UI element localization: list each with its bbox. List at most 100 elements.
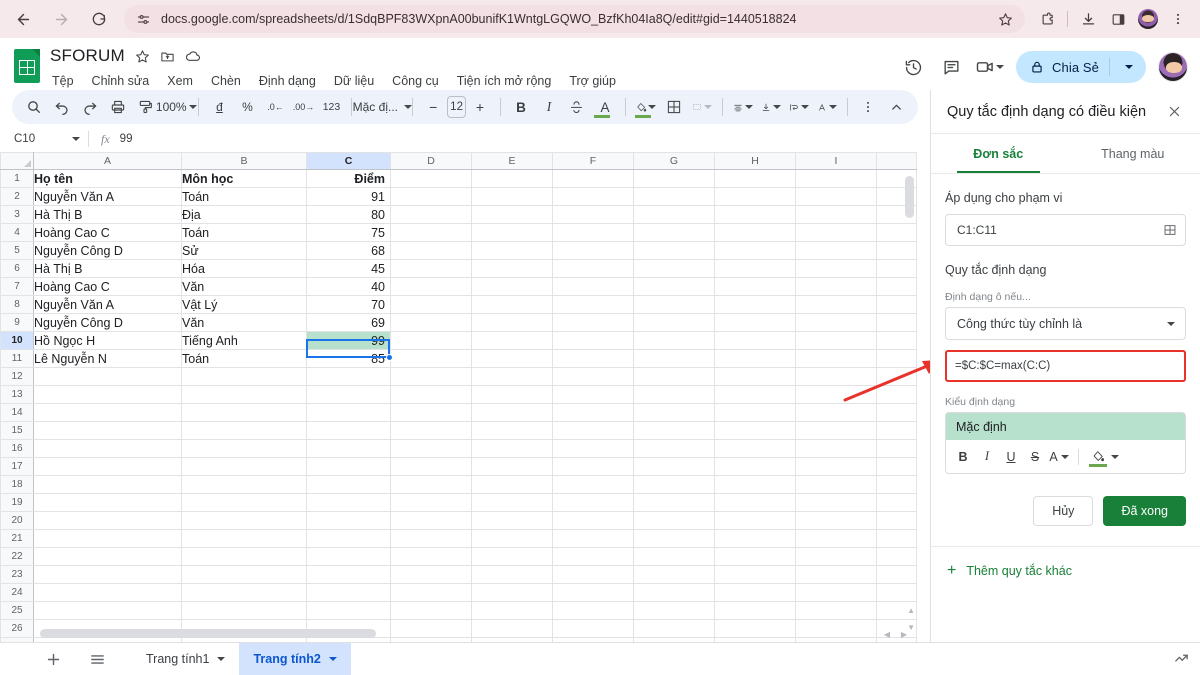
- cell-A1[interactable]: Họ tên: [33, 169, 182, 188]
- cell-A7[interactable]: Hoàng Cao C: [33, 277, 182, 296]
- menu-item-format[interactable]: Định dạng: [257, 72, 318, 90]
- cell-G12[interactable]: [633, 367, 715, 386]
- cell-E13[interactable]: [471, 385, 553, 404]
- cell-B1[interactable]: Môn học: [181, 169, 307, 188]
- row-header-12[interactable]: 12: [0, 367, 34, 386]
- menu-item-view[interactable]: Xem: [165, 72, 195, 90]
- vertical-scrollbar[interactable]: [905, 170, 914, 642]
- print-icon[interactable]: [104, 93, 132, 121]
- cell-B12[interactable]: [181, 367, 307, 386]
- cell-D17[interactable]: [390, 457, 472, 476]
- column-header-a[interactable]: A: [33, 152, 182, 170]
- scroll-down-arrow-icon[interactable]: ▼: [907, 624, 915, 632]
- cell-F9[interactable]: [552, 313, 634, 332]
- cell-H7[interactable]: [714, 277, 796, 296]
- document-title[interactable]: SFORUM: [50, 46, 125, 66]
- cell-I4[interactable]: [795, 223, 877, 242]
- cell-I23[interactable]: [795, 565, 877, 584]
- cell-G11[interactable]: [633, 349, 715, 368]
- cell-E5[interactable]: [471, 241, 553, 260]
- horizontal-scrollbar-thumb[interactable]: [40, 629, 376, 638]
- cell-D25[interactable]: [390, 601, 472, 620]
- sheet-tab-trang-tinh2[interactable]: Trang tính2: [239, 642, 351, 675]
- cell-F6[interactable]: [552, 259, 634, 278]
- cancel-button[interactable]: Hủy: [1033, 496, 1094, 526]
- cell-D12[interactable]: [390, 367, 472, 386]
- cell-D20[interactable]: [390, 511, 472, 530]
- cell-C9[interactable]: 69: [306, 313, 391, 332]
- row-header-23[interactable]: 23: [0, 565, 34, 584]
- cell-H24[interactable]: [714, 583, 796, 602]
- share-chevron-down-icon[interactable]: [1118, 65, 1142, 69]
- cell-G1[interactable]: [633, 169, 715, 188]
- cell-C4[interactable]: 75: [306, 223, 391, 242]
- cell-I19[interactable]: [795, 493, 877, 512]
- cell-H9[interactable]: [714, 313, 796, 332]
- cell-F10[interactable]: [552, 331, 634, 350]
- cell-A18[interactable]: [33, 475, 182, 494]
- cell-D26[interactable]: [390, 619, 472, 638]
- cell-A2[interactable]: Nguyễn Văn A: [33, 187, 182, 206]
- grid-select-icon[interactable]: [1163, 223, 1177, 237]
- font-size-input[interactable]: 12: [447, 96, 466, 118]
- cell-G19[interactable]: [633, 493, 715, 512]
- increase-font-size-button[interactable]: +: [466, 93, 494, 121]
- cell-H15[interactable]: [714, 421, 796, 440]
- scroll-up-arrow-icon[interactable]: ▲: [907, 607, 915, 615]
- cell-A21[interactable]: [33, 529, 182, 548]
- cell-G4[interactable]: [633, 223, 715, 242]
- row-header-20[interactable]: 20: [0, 511, 34, 530]
- row-header-11[interactable]: 11: [0, 349, 34, 368]
- cell-C19[interactable]: [306, 493, 391, 512]
- row-header-26[interactable]: 26: [0, 619, 34, 638]
- cell-B20[interactable]: [181, 511, 307, 530]
- cell-I16[interactable]: [795, 439, 877, 458]
- cell-I20[interactable]: [795, 511, 877, 530]
- cell-A8[interactable]: Nguyễn Văn A: [33, 295, 182, 314]
- borders-icon[interactable]: [660, 93, 688, 121]
- version-history-icon[interactable]: [896, 50, 930, 84]
- cell-F3[interactable]: [552, 205, 634, 224]
- row-header-13[interactable]: 13: [0, 385, 34, 404]
- cell-C20[interactable]: [306, 511, 391, 530]
- cell-F20[interactable]: [552, 511, 634, 530]
- cell-C18[interactable]: [306, 475, 391, 494]
- cell-C25[interactable]: [306, 601, 391, 620]
- cell-C6[interactable]: 45: [306, 259, 391, 278]
- cell-E9[interactable]: [471, 313, 553, 332]
- cell-G16[interactable]: [633, 439, 715, 458]
- cell-B23[interactable]: [181, 565, 307, 584]
- cell-E3[interactable]: [471, 205, 553, 224]
- cell-G25[interactable]: [633, 601, 715, 620]
- cloud-saved-icon[interactable]: [185, 48, 201, 64]
- cell-C23[interactable]: [306, 565, 391, 584]
- cell-H12[interactable]: [714, 367, 796, 386]
- row-header-14[interactable]: 14: [0, 403, 34, 422]
- decrease-font-size-button[interactable]: −: [419, 93, 447, 121]
- cell-F16[interactable]: [552, 439, 634, 458]
- cell-D23[interactable]: [390, 565, 472, 584]
- cell-D5[interactable]: [390, 241, 472, 260]
- cell-H17[interactable]: [714, 457, 796, 476]
- cell-E6[interactable]: [471, 259, 553, 278]
- cell-H6[interactable]: [714, 259, 796, 278]
- cell-G21[interactable]: [633, 529, 715, 548]
- cell-E21[interactable]: [471, 529, 553, 548]
- style-italic-button[interactable]: I: [976, 445, 998, 469]
- cell-C12[interactable]: [306, 367, 391, 386]
- cell-F8[interactable]: [552, 295, 634, 314]
- cell-D2[interactable]: [390, 187, 472, 206]
- cell-B4[interactable]: Toán: [181, 223, 307, 242]
- fill-handle[interactable]: [386, 354, 393, 361]
- cell-F5[interactable]: [552, 241, 634, 260]
- row-header-7[interactable]: 7: [0, 277, 34, 296]
- cell-I9[interactable]: [795, 313, 877, 332]
- cell-A22[interactable]: [33, 547, 182, 566]
- chevron-down-icon[interactable]: [1111, 454, 1119, 459]
- meet-video-icon[interactable]: [972, 50, 1006, 84]
- cell-F2[interactable]: [552, 187, 634, 206]
- cell-E1[interactable]: [471, 169, 553, 188]
- cell-D9[interactable]: [390, 313, 472, 332]
- cell-B18[interactable]: [181, 475, 307, 494]
- cell-A16[interactable]: [33, 439, 182, 458]
